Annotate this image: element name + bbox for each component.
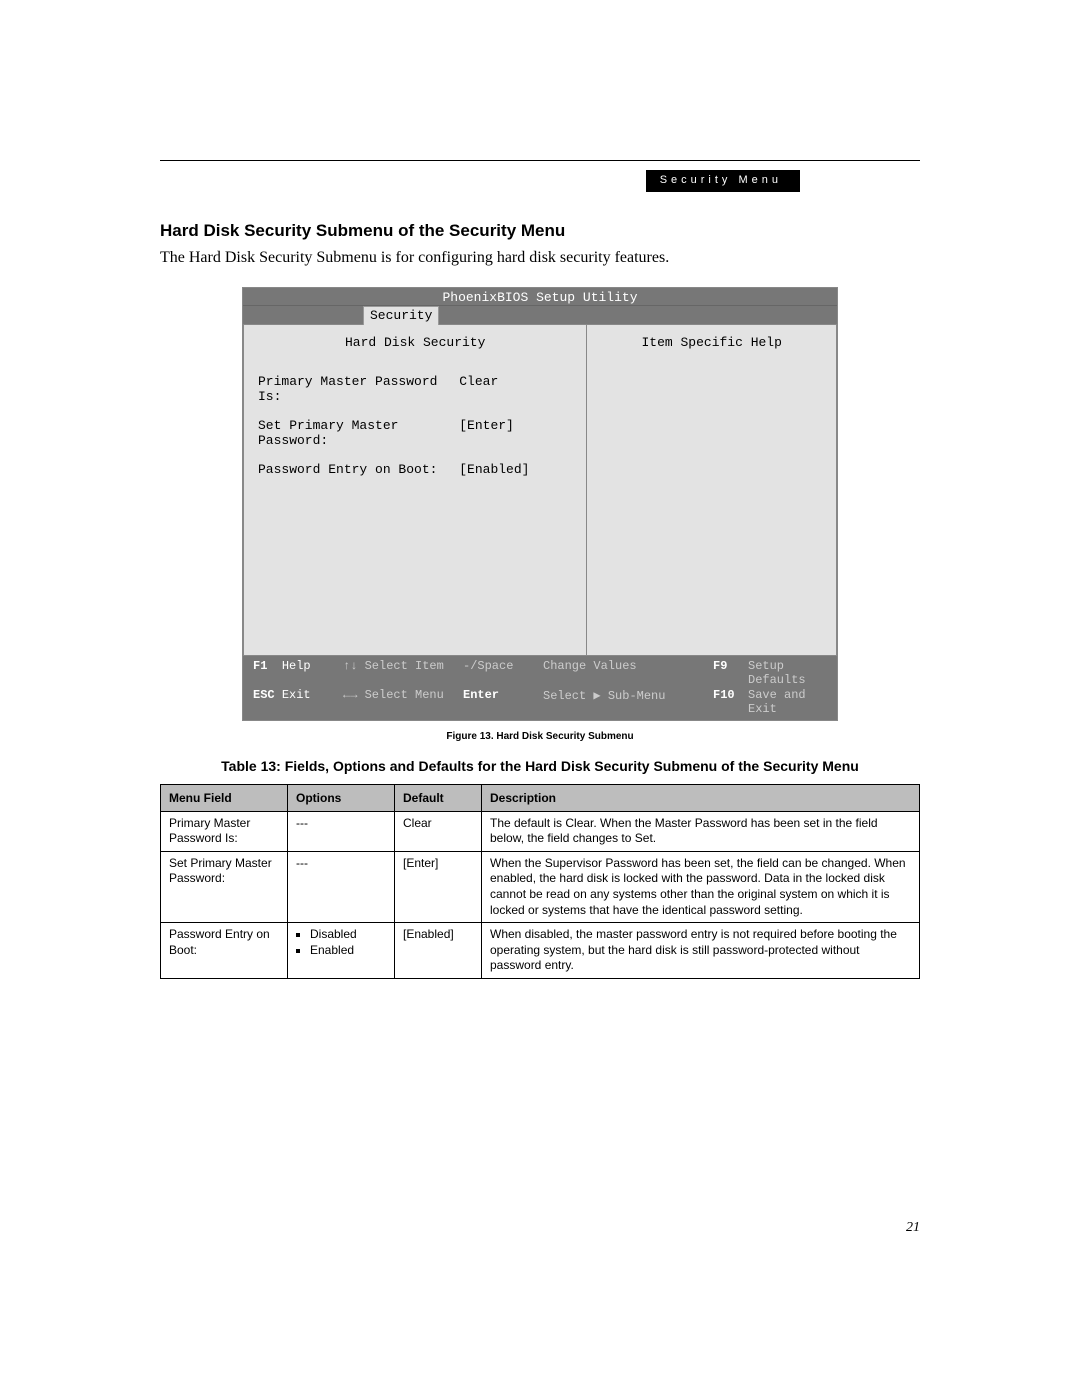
bios-key-updown-label: Select Item bbox=[365, 659, 444, 673]
cell-menu: Password Entry on Boot: bbox=[161, 923, 288, 979]
th-description: Description bbox=[482, 784, 920, 811]
th-default: Default bbox=[395, 784, 482, 811]
bios-key-f9-label: Setup Defaults bbox=[748, 659, 827, 687]
bios-key-f1: F1 bbox=[253, 659, 267, 673]
bios-left-pane: Hard Disk Security Primary Master Passwo… bbox=[244, 325, 587, 655]
option-item: Enabled bbox=[310, 943, 386, 959]
bios-setting-label: Set Primary Master Password: bbox=[258, 418, 459, 448]
bios-help-pane: Item Specific Help bbox=[587, 325, 836, 655]
th-options: Options bbox=[288, 784, 395, 811]
bios-key-esc-label: Exit bbox=[282, 688, 311, 702]
bios-key-esc: ESC bbox=[253, 688, 275, 702]
page-number: 21 bbox=[906, 1220, 920, 1236]
header-rule bbox=[160, 160, 920, 161]
th-menu-field: Menu Field bbox=[161, 784, 288, 811]
cell-options: --- bbox=[288, 851, 395, 922]
bios-key-lr: ←→ bbox=[343, 688, 357, 702]
bios-key-enter-label: Select ▶ Sub-Menu bbox=[543, 688, 713, 716]
bios-key-space-label: Change Values bbox=[543, 659, 713, 687]
bios-left-heading: Hard Disk Security bbox=[258, 335, 572, 350]
table-row: Password Entry on Boot: Disabled Enabled… bbox=[161, 923, 920, 979]
bios-setting-label: Password Entry on Boot: bbox=[258, 462, 459, 477]
cell-default: [Enter] bbox=[395, 851, 482, 922]
bios-key-lr-label: Select Menu bbox=[365, 688, 444, 702]
bios-key-f9: F9 bbox=[713, 659, 748, 687]
option-item: Disabled bbox=[310, 927, 386, 943]
bios-key-f1-label: Help bbox=[282, 659, 311, 673]
cell-menu: Set Primary Master Password: bbox=[161, 851, 288, 922]
bios-key-space: -/Space bbox=[463, 659, 543, 687]
cell-options: Disabled Enabled bbox=[288, 923, 395, 979]
bios-setting-value: Clear bbox=[459, 374, 572, 404]
bios-footer: F1 Help ↑↓ Select Item -/Space Change Va… bbox=[243, 656, 837, 720]
bios-key-updown: ↑↓ bbox=[343, 659, 357, 673]
figure-caption: Figure 13. Hard Disk Security Submenu bbox=[160, 731, 920, 742]
bios-title: PhoenixBIOS Setup Utility bbox=[243, 288, 837, 306]
cell-desc: When disabled, the master password entry… bbox=[482, 923, 920, 979]
bios-screenshot: PhoenixBIOS Setup Utility Security Hard … bbox=[242, 287, 838, 721]
table-title: Table 13: Fields, Options and Defaults f… bbox=[160, 758, 920, 774]
cell-desc: When the Supervisor Password has been se… bbox=[482, 851, 920, 922]
cell-menu: Primary Master Password Is: bbox=[161, 811, 288, 851]
fields-table: Menu Field Options Default Description P… bbox=[160, 784, 920, 979]
cell-options: --- bbox=[288, 811, 395, 851]
header-section-badge: Security Menu bbox=[646, 170, 800, 192]
bios-setting-row: Password Entry on Boot: [Enabled] bbox=[258, 462, 572, 477]
bios-key-f10: F10 bbox=[713, 688, 748, 716]
intro-text: The Hard Disk Security Submenu is for co… bbox=[160, 247, 920, 269]
bios-setting-label: Primary Master Password Is: bbox=[258, 374, 459, 404]
section-heading: Hard Disk Security Submenu of the Securi… bbox=[160, 221, 920, 241]
bios-tab-row: Security bbox=[243, 306, 837, 324]
bios-setting-value: [Enter] bbox=[459, 418, 572, 448]
cell-default: Clear bbox=[395, 811, 482, 851]
bios-tab-security: Security bbox=[363, 306, 439, 325]
cell-desc: The default is Clear. When the Master Pa… bbox=[482, 811, 920, 851]
bios-setting-value: [Enabled] bbox=[459, 462, 572, 477]
table-row: Set Primary Master Password: --- [Enter]… bbox=[161, 851, 920, 922]
bios-help-heading: Item Specific Help bbox=[599, 335, 824, 350]
bios-setting-row: Set Primary Master Password: [Enter] bbox=[258, 418, 572, 448]
table-row: Primary Master Password Is: --- Clear Th… bbox=[161, 811, 920, 851]
bios-setting-row: Primary Master Password Is: Clear bbox=[258, 374, 572, 404]
cell-default: [Enabled] bbox=[395, 923, 482, 979]
bios-key-f10-label: Save and Exit bbox=[748, 688, 827, 716]
bios-key-enter: Enter bbox=[463, 688, 543, 716]
